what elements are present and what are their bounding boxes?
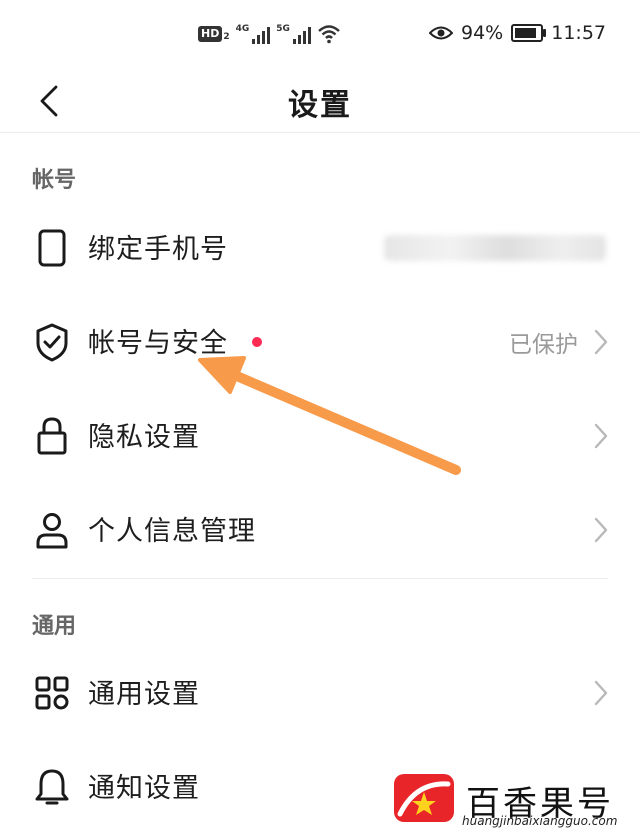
settings-item-label: 个人信息管理 (88, 516, 256, 547)
status-bar-right: 94% 11:57 (429, 22, 606, 44)
phone-number-value-redacted (384, 235, 606, 261)
eye-comfort-icon (429, 26, 453, 40)
settings-item-label: 绑定手机号 (88, 234, 228, 265)
hd-icon: HD (198, 26, 223, 42)
settings-item-general[interactable]: 通用设置 (0, 646, 640, 740)
hd-badge: HD 2 (198, 26, 230, 42)
settings-item-label: 帐号与安全 (88, 328, 228, 359)
security-status-value: 已保护 (509, 332, 578, 358)
sim1-network-label: 4G (235, 24, 250, 34)
settings-item-label: 隐私设置 (88, 422, 200, 453)
grid-icon (35, 676, 69, 710)
page-title: 设置 (288, 88, 352, 123)
chevron-right-icon (594, 517, 608, 543)
signal-sim1-icon: 4G (236, 24, 271, 44)
person-icon (36, 513, 68, 549)
battery-fill (515, 28, 536, 38)
watermark-url: huangjinbaixiangguo.com (462, 814, 618, 828)
section-title-general: 通用 (32, 614, 77, 639)
section-title-account: 帐号 (32, 168, 77, 193)
sim2-network-label: 5G (276, 24, 290, 34)
settings-item-personal-info[interactable]: 个人信息管理 (0, 483, 640, 577)
battery-percent: 94% (461, 22, 504, 44)
watermark: 百香果号 huangjinbaixiangguo.com (392, 772, 640, 830)
signal-sim2-icon: 5G (276, 24, 311, 44)
chevron-right-icon (594, 423, 608, 449)
settings-item-label: 通用设置 (88, 679, 200, 710)
clock: 11:57 (551, 22, 606, 44)
status-bar-left: HD 2 4G 5G (198, 24, 341, 44)
chevron-right-icon (594, 329, 608, 355)
wifi-icon (318, 25, 340, 44)
section-divider (32, 578, 608, 579)
nav-header: 设置 (0, 70, 640, 133)
brand-logo (394, 774, 454, 822)
chevron-right-icon (594, 680, 608, 706)
settings-item-bind-phone[interactable]: 绑定手机号 (0, 201, 640, 295)
notification-dot (252, 337, 262, 347)
star-logo-icon (397, 781, 451, 817)
lock-icon (37, 417, 67, 455)
battery-icon (511, 24, 547, 42)
settings-item-account-security[interactable]: 帐号与安全 已保护 (0, 295, 640, 389)
settings-item-privacy[interactable]: 隐私设置 (0, 389, 640, 483)
phone-icon (38, 229, 66, 267)
hd-sub-label: 2 (223, 32, 230, 42)
settings-item-label: 通知设置 (88, 773, 200, 804)
shield-check-icon (36, 323, 68, 362)
status-bar: HD 2 4G 5G 94% 11:57 (0, 0, 640, 70)
bell-icon (35, 769, 69, 805)
